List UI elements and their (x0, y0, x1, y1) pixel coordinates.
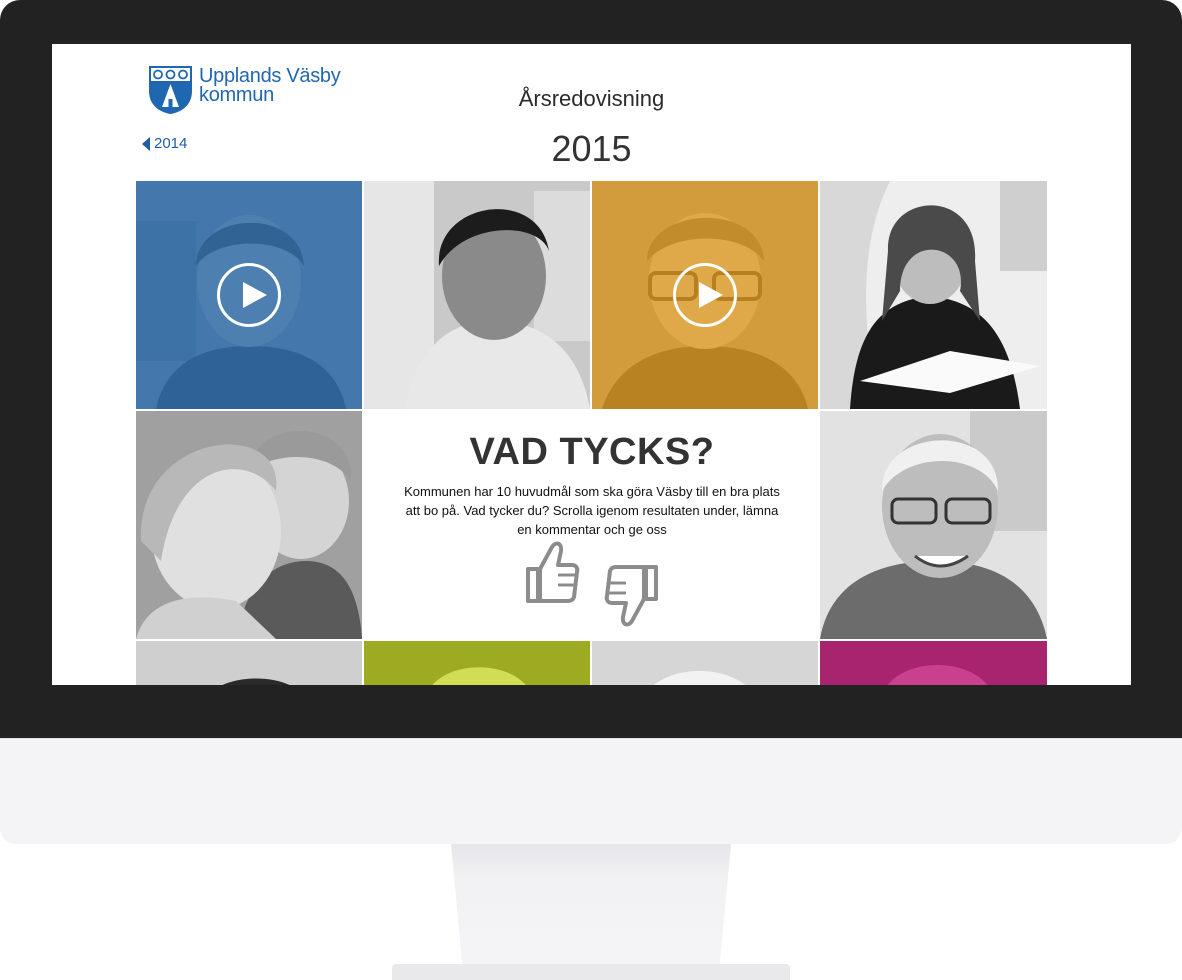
feedback-text: Kommunen har 10 huvudmål som ska göra Vä… (404, 484, 780, 537)
monitor-stand-neck (451, 844, 731, 964)
page-title: Årsredovisning (518, 86, 665, 111)
portrait-photo (136, 411, 362, 639)
portrait-photo (820, 411, 1047, 639)
photo-tile-row3-magenta[interactable] (820, 641, 1047, 685)
portrait-photo (364, 181, 590, 409)
photo-tile-row3-1[interactable] (136, 641, 362, 685)
portrait-photo (820, 641, 1047, 685)
video-tile-man-orange[interactable] (592, 181, 818, 409)
video-tile-man-blue[interactable] (136, 181, 362, 409)
screen: Upplands Väsby kommun 2014 Årsredovisnin… (52, 44, 1131, 685)
report-year: 2015 (551, 128, 632, 169)
photo-tile-elderly-man[interactable] (820, 411, 1047, 639)
play-icon[interactable] (673, 263, 737, 327)
thumbs-down-icon[interactable] (604, 557, 660, 629)
portrait-photo (364, 641, 590, 685)
portrait-photo (592, 641, 818, 685)
feedback-heading: VAD TYCKS? (469, 431, 715, 473)
monitor-stand-foot (392, 964, 790, 980)
portrait-photo (136, 641, 362, 685)
thumbs-up-icon[interactable] (524, 539, 580, 611)
feedback-panel: VAD TYCKS? Kommunen har 10 huvudmål som … (364, 411, 820, 639)
monitor-chin (0, 738, 1182, 844)
photo-tile-woman-reading[interactable] (820, 181, 1047, 409)
photo-tile-row3-3[interactable] (592, 641, 818, 685)
photo-tile-woman-1[interactable] (364, 181, 590, 409)
photo-tile-row3-green[interactable] (364, 641, 590, 685)
portrait-photo (820, 181, 1047, 409)
photo-tile-mother-child[interactable] (136, 411, 362, 639)
play-icon[interactable] (217, 263, 281, 327)
